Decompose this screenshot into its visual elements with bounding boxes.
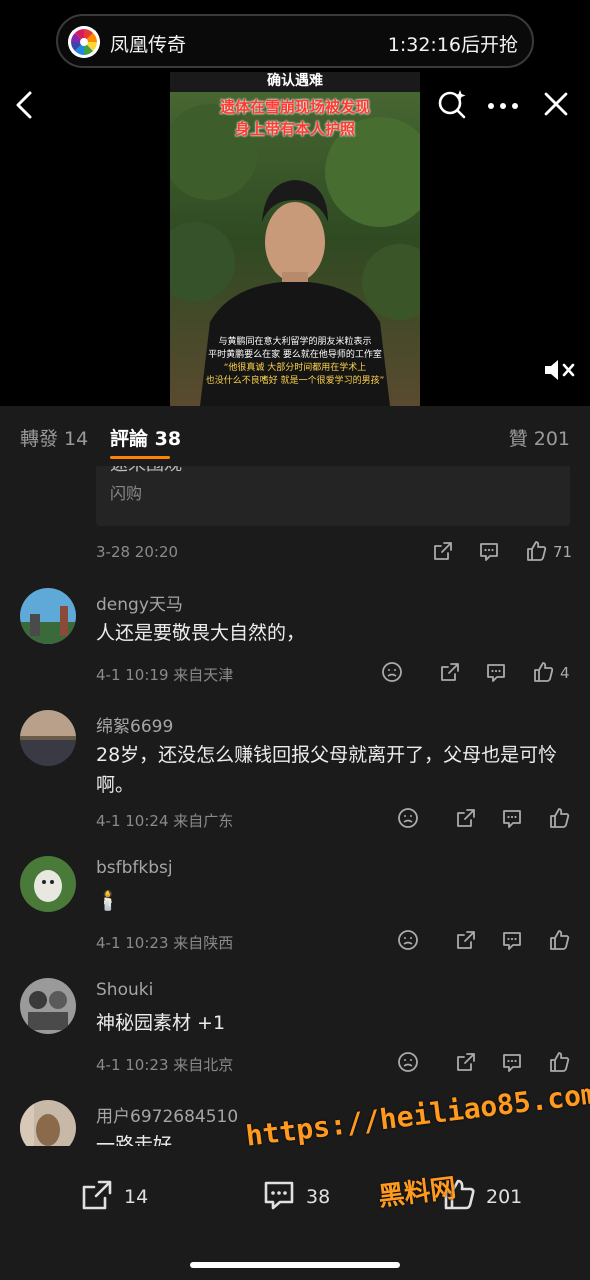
app-logo-icon xyxy=(68,26,100,58)
tab-repost[interactable]: 轉發 14 xyxy=(20,424,88,451)
tab-bar: 轉發 14 評論 38 贊 201 xyxy=(0,406,590,466)
like-icon[interactable] xyxy=(548,807,570,833)
avatar[interactable] xyxy=(20,710,76,766)
like-icon[interactable] xyxy=(548,1051,570,1077)
comment-count[interactable]: 38 xyxy=(306,1186,330,1208)
comment-icon[interactable] xyxy=(501,1051,523,1077)
tab-likes[interactable]: 贊 201 xyxy=(509,424,570,451)
comment-icon[interactable] xyxy=(478,540,500,566)
back-icon[interactable] xyxy=(14,90,36,124)
video-player[interactable]: 确认遇难 遗体在雪崩现场被发现 身上带有本人护照 与黄鹏同在意大利留学的朋友米粒… xyxy=(170,72,420,406)
repost-count[interactable]: 14 xyxy=(124,1186,148,1208)
more-icon[interactable] xyxy=(486,97,520,116)
like-count: 4 xyxy=(560,664,570,682)
avatar[interactable] xyxy=(20,1100,76,1146)
avatar[interactable] xyxy=(20,588,76,644)
like-icon[interactable] xyxy=(532,661,554,687)
video-headline-line2: 身上带有本人护照 xyxy=(234,120,355,138)
video-caption-line1: 与黄鹏同在意大利留学的朋友米粒表示 xyxy=(218,337,372,347)
comment-meta: 4-1 10:23 来自陕西 xyxy=(96,934,234,952)
tab-comments[interactable]: 評論 38 xyxy=(110,424,181,451)
comment-icon[interactable] xyxy=(262,1178,296,1216)
share-icon[interactable] xyxy=(439,661,461,687)
username[interactable]: 用户6972684510 xyxy=(96,1102,238,1127)
timestamp: 3-28 20:20 xyxy=(96,543,179,561)
quoted-text: 速来围观 xyxy=(110,466,182,476)
comment-icon[interactable] xyxy=(485,661,507,687)
avatar[interactable] xyxy=(20,856,76,912)
comment-list[interactable]: 速来围观 闪购 3-28 20:20 71 dengy天马 人还是要敬畏大自然的… xyxy=(0,466,590,1146)
emoji-icon[interactable] xyxy=(397,929,419,955)
quoted-card[interactable]: 速来围观 闪购 xyxy=(96,466,570,526)
comment-meta: 4-1 10:23 来自北京 xyxy=(96,1056,234,1074)
username[interactable]: bsfbfkbsj xyxy=(96,858,173,878)
like-icon[interactable] xyxy=(548,929,570,955)
quoted-source: 闪购 xyxy=(110,484,143,503)
comment-icon[interactable] xyxy=(501,807,523,833)
username[interactable]: 绵絮6699 xyxy=(96,712,173,737)
bottom-action-bar: 14 38 201 xyxy=(0,1146,590,1280)
comment-meta: 4-1 10:24 来自广东 xyxy=(96,812,234,830)
like-count: 71 xyxy=(553,543,573,561)
video-caption-line4: 也没什么不良嗜好 就是一个很爱学习的男孩” xyxy=(205,376,385,386)
comment-text: 人还是要敬畏大自然的， xyxy=(96,622,306,644)
username[interactable]: Shouki xyxy=(96,980,153,1000)
tab-active-indicator xyxy=(110,456,170,459)
video-caption-line2: 平时黄鹏要么在家 要么就在他导师的工作室 xyxy=(208,350,382,360)
comment-icon[interactable] xyxy=(501,929,523,955)
emoji-icon[interactable] xyxy=(397,807,419,833)
share-icon[interactable] xyxy=(455,929,477,955)
floating-promo-pill[interactable]: 凤凰传奇 1:32:16后开抢 xyxy=(56,14,534,68)
countdown-text: 1:32:16后开抢 xyxy=(387,34,518,56)
video-title: 确认遇难 xyxy=(267,73,323,89)
video-caption-line3: “他很真诚 大部分时间都用在学术上 xyxy=(223,363,367,373)
share-icon[interactable] xyxy=(432,540,454,566)
like-count[interactable]: 201 xyxy=(486,1186,522,1208)
share-icon[interactable] xyxy=(455,1051,477,1077)
comment-text: 神秘园素材 +1 xyxy=(96,1012,226,1034)
search-sparkle-icon[interactable] xyxy=(436,88,468,124)
comment-meta: 4-1 10:19 来自天津 xyxy=(96,666,234,684)
close-icon[interactable] xyxy=(542,90,570,122)
username[interactable]: dengy天马 xyxy=(96,590,183,615)
share-icon[interactable] xyxy=(455,807,477,833)
avatar[interactable] xyxy=(20,978,76,1034)
repost-icon[interactable] xyxy=(80,1178,114,1216)
mute-icon[interactable] xyxy=(542,356,576,388)
comment-text: 🕯️ xyxy=(96,890,120,912)
emoji-icon[interactable] xyxy=(381,661,403,687)
home-indicator[interactable] xyxy=(190,1262,400,1268)
comment-text: 28岁，还没怎么赚钱回报父母就离开了，父母也是可怜啊。 xyxy=(96,744,558,796)
video-headline-line1: 遗体在雪崩现场被发现 xyxy=(219,98,370,116)
like-icon[interactable] xyxy=(525,540,547,566)
emoji-icon[interactable] xyxy=(397,1051,419,1077)
app-name: 凤凰传奇 xyxy=(110,34,187,56)
